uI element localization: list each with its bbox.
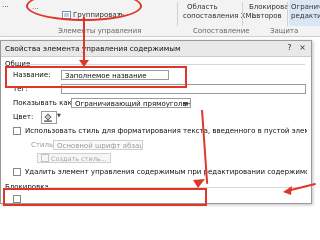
dialog-title: Свойства элемента управления содержимым [5,44,181,53]
restrict-editing-button[interactable]: Огранич редактир [289,0,320,26]
dialog-titlebar: Свойства элемента управления содержимым … [1,41,311,57]
xml-mapping-pane-line2[interactable]: сопоставления XML [183,12,255,20]
section-divider [25,64,305,65]
arrow-head-icon [283,186,292,195]
paint-bucket-icon [43,112,53,124]
new-style-label: Создать стиль... [51,155,107,163]
highlight-name-box [5,66,187,88]
use-style-label: Использовать стиль для форматирования те… [25,127,307,135]
chevron-down-icon: ▼ [183,101,188,108]
style-value: Основной шрифт абзаца [57,142,143,150]
highlight-lock-box [3,188,207,206]
new-style-button[interactable]: Создать стиль... [37,153,111,163]
arrow-head-icon [193,179,205,188]
chevron-down-icon: ▼ [57,113,61,119]
new-style-icon [41,154,49,162]
arrow-line [83,17,85,65]
ribbon-group-label-protect: Защита [270,27,299,35]
style-select[interactable]: Основной шрифт абзаца [53,140,143,150]
content-control-properties-dialog: Свойства элемента управления содержимым … [0,40,312,204]
ribbon-item-partial[interactable]: ... [2,1,9,9]
restrict-editing-line2: редактир [291,12,320,20]
remove-on-edit-label: Удалить элемент управления содержимым пр… [25,168,307,176]
show-as-select[interactable]: Ограничивающий прямоугольник ▼ [71,98,191,108]
show-as-label: Показывать как: [13,99,75,107]
restrict-editing-line1: Огранич [291,3,320,11]
help-icon[interactable]: ? [284,43,295,53]
remove-on-edit-checkbox[interactable] [13,168,21,176]
color-label: Цвет: [13,113,34,121]
ribbon-separator [242,2,243,26]
use-style-checkbox[interactable] [13,127,21,135]
xml-mapping-pane-line1[interactable]: Область [187,3,218,11]
ribbon-separator [177,2,178,26]
ribbon-separator [287,2,288,26]
block-authors-line2[interactable]: авторов [252,12,282,20]
ribbon-group-label-controls: Элементы управления [58,27,142,35]
close-icon[interactable]: × [297,43,308,53]
color-picker-button[interactable] [41,111,57,124]
style-label: Стиль: [31,141,56,149]
arrow-head-icon [79,60,89,67]
ribbon-group-label-mapping: Сопоставление [193,27,250,35]
show-as-value: Ограничивающий прямоугольник [75,100,191,108]
